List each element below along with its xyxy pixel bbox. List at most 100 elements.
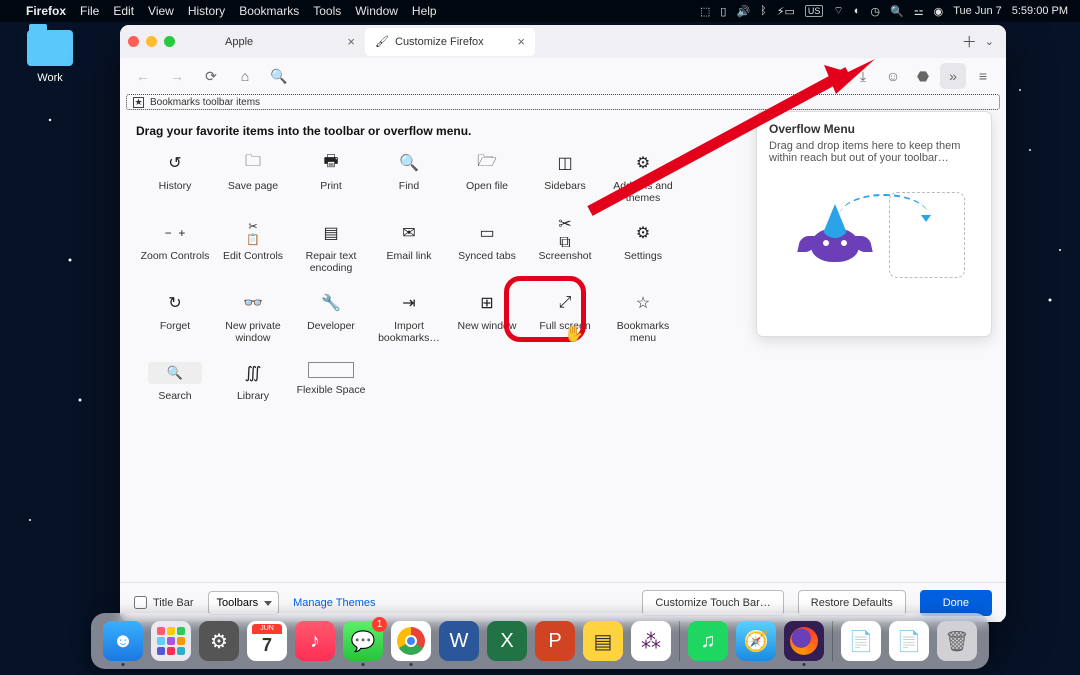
tile-addons-themes[interactable]: ⚙Add-ons and themes [604,152,682,204]
tile-open-file[interactable]: 🗁Open file [448,152,526,204]
dock-separator [832,621,833,661]
tile-history[interactable]: ↺History [136,152,214,204]
title-bar-checkbox[interactable]: Title Bar [134,596,194,609]
tile-developer[interactable]: 🔧Developer [292,292,370,344]
tab-close-button[interactable]: × [347,34,355,49]
control-center-icon[interactable]: ⚍ [914,5,924,18]
manage-themes-link[interactable]: Manage Themes [293,597,375,609]
tile-label: History [159,180,192,192]
tile-find[interactable]: 🔍Find [370,152,448,204]
new-tab-button[interactable]: ＋ [962,31,977,52]
customize-touch-bar-button[interactable]: Customize Touch Bar… [642,590,783,616]
tile-new-private-window[interactable]: 👓New private window [214,292,292,344]
reload-button[interactable]: ⟳ [198,63,224,89]
input-source-indicator[interactable]: US [805,5,824,17]
menu-tools[interactable]: Tools [313,4,341,18]
menu-view[interactable]: View [148,4,174,18]
downloads-button[interactable]: ⤓ [850,63,876,89]
window-close-button[interactable] [128,36,139,47]
menu-history[interactable]: History [188,4,225,18]
tile-print[interactable]: 🖶Print [292,152,370,204]
timer-icon[interactable]: ◷ [870,5,880,18]
dock-calendar[interactable]: JUN 7 [247,621,287,661]
dock-spotify[interactable]: ♫ [688,621,728,661]
bluetooth-icon[interactable]: ᛒ [760,5,767,17]
dock-safari[interactable]: 🧭 [736,621,776,661]
dock-apple-music[interactable]: ♪ [295,621,335,661]
phone-status-icon[interactable]: ▯ [720,5,726,18]
tile-sidebars[interactable]: ◫Sidebars [526,152,604,204]
search-icon[interactable]: 🔍 [266,63,292,89]
app-name[interactable]: Firefox [26,4,66,18]
wifi-icon[interactable]: ⌔ [833,4,843,18]
dock-chrome[interactable] [391,621,431,661]
extensions-button[interactable]: ⬣ [910,63,936,89]
dropbox-icon[interactable]: ⬚ [700,5,710,18]
spotlight-icon[interactable]: 🔍 [890,5,904,18]
window-zoom-button[interactable] [164,36,175,47]
toolbars-dropdown[interactable]: Toolbars [208,591,280,615]
tile-zoom-controls[interactable]: − +Zoom Controls [136,222,214,274]
tile-flexible-space[interactable]: Flexible Space [292,362,370,402]
menubar-date[interactable]: Tue Jun 7 [953,5,1002,17]
overflow-menu-button[interactable]: » [940,63,966,89]
menu-edit[interactable]: Edit [113,4,134,18]
dock-messages[interactable]: 💬1 [343,621,383,661]
bookmarks-toolbar-dropzone[interactable]: ★ Bookmarks toolbar items [126,94,1000,110]
volume-icon[interactable]: 🔊 [736,5,750,18]
tile-full-screen[interactable]: ⤢Full screen [526,292,604,344]
save-to-pocket-button[interactable]: ◛ [820,63,846,89]
tile-repair-text-encoding[interactable]: ▤Repair text encoding [292,222,370,274]
done-button[interactable]: Done [920,590,992,616]
window-minimize-button[interactable] [146,36,157,47]
dock-powerpoint[interactable]: P [535,621,575,661]
desktop-folder-work[interactable]: Work [20,30,80,84]
dock-trash[interactable]: 🗑 [937,621,977,661]
dock-document-2[interactable]: 📄 [889,621,929,661]
menu-help[interactable]: Help [412,4,437,18]
zoom-icon: − + [164,222,186,244]
title-bar-checkbox-input[interactable] [134,596,147,609]
tile-save-page[interactable]: 🗀Save page [214,152,292,204]
url-bar[interactable] [300,63,812,89]
app-menu-button[interactable]: ≡ [970,63,996,89]
tab-list-button[interactable]: ⌄ [985,35,994,48]
siri-icon[interactable]: ◉ [934,5,944,18]
tile-new-window[interactable]: ⊞New window [448,292,526,344]
restore-defaults-button[interactable]: Restore Defaults [798,590,906,616]
tile-settings[interactable]: ⚙Settings [604,222,682,274]
account-button[interactable]: ☺ [880,63,906,89]
back-button[interactable]: ← [130,63,156,89]
tile-email-link[interactable]: ✉Email link [370,222,448,274]
overflow-menu-panel[interactable]: Overflow Menu Drag and drop items here t… [756,111,992,337]
battery-icon[interactable]: ⚡︎▭ [777,5,795,18]
forward-button[interactable]: → [164,63,190,89]
dock-document-1[interactable]: 📄 [841,621,881,661]
tile-forget[interactable]: ↻Forget [136,292,214,344]
menu-window[interactable]: Window [355,4,398,18]
tab-apple[interactable]: Apple × [195,28,365,56]
tab-close-button[interactable]: × [517,34,525,49]
tile-library[interactable]: ∭Library [214,362,292,402]
dock-system-preferences[interactable]: ⚙ [199,621,239,661]
dock-launchpad[interactable] [151,621,191,661]
menu-bookmarks[interactable]: Bookmarks [239,4,299,18]
print-icon: 🖶 [320,152,342,174]
menubar-time[interactable]: 5:59:00 PM [1012,5,1068,17]
home-button[interactable]: ⌂ [232,63,258,89]
dock-finder[interactable]: ☻ [103,621,143,661]
dock-slack[interactable]: ⁂ [631,621,671,661]
tile-import-bookmarks[interactable]: ⇥Import bookmarks… [370,292,448,344]
dock-notes[interactable]: ▤ [583,621,623,661]
tile-bookmarks-menu[interactable]: ☆Bookmarks menu [604,292,682,344]
dock-firefox[interactable] [784,621,824,661]
tile-synced-tabs[interactable]: ▭Synced tabs [448,222,526,274]
tab-customize-firefox[interactable]: 🖌 Customize Firefox × [365,28,535,56]
dock-word[interactable]: W [439,621,479,661]
tile-edit-controls[interactable]: ✂📋Edit Controls [214,222,292,274]
tile-screenshot[interactable]: ✂⧉Screenshot [526,222,604,274]
tile-search[interactable]: 🔍Search [136,362,214,402]
menu-file[interactable]: File [80,4,99,18]
user-fast-switch-icon[interactable]: ◐ [854,5,861,17]
dock-excel[interactable]: X [487,621,527,661]
